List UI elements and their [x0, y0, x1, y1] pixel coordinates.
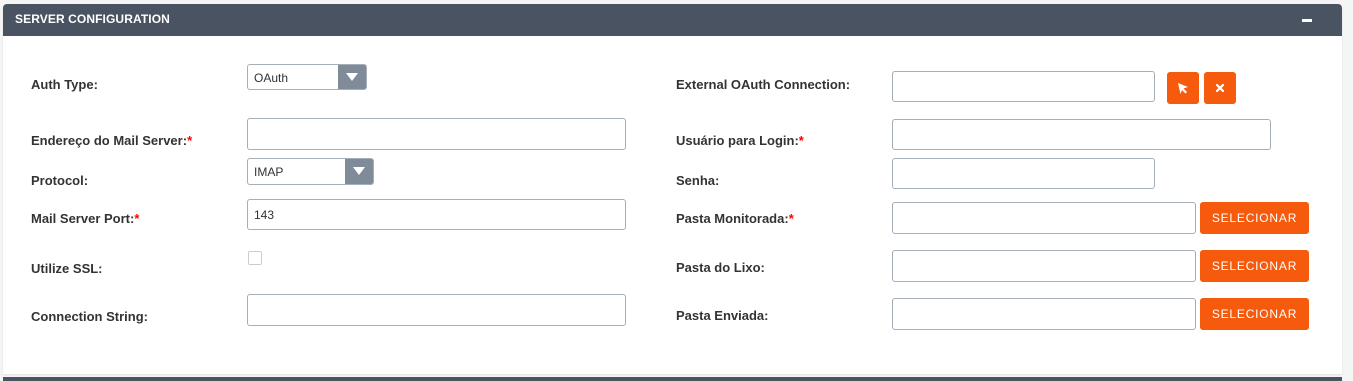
monitored-folder-label: Pasta Monitorada:* — [676, 211, 794, 226]
login-user-input[interactable] — [892, 119, 1271, 150]
panel-title: SERVER CONFIGURATION — [15, 12, 170, 26]
monitored-folder-input[interactable] — [892, 202, 1196, 234]
panel-header[interactable]: SERVER CONFIGURATION — [3, 4, 1342, 36]
use-ssl-label: Utilize SSL: — [31, 261, 103, 276]
cursor-arrow-icon — [1178, 83, 1188, 94]
external-oauth-input[interactable] — [892, 71, 1155, 102]
connection-string-input[interactable] — [247, 294, 626, 326]
clear-oauth-button[interactable] — [1204, 72, 1236, 104]
chevron-down-icon — [338, 65, 366, 89]
minus-icon[interactable] — [1302, 19, 1312, 22]
select-sent-folder-button[interactable]: SELECIONAR — [1200, 298, 1309, 330]
trash-folder-label: Pasta do Lixo: — [676, 260, 765, 275]
mail-server-address-label: Endereço do Mail Server:* — [31, 133, 193, 148]
select-trash-folder-button[interactable]: SELECIONAR — [1200, 250, 1309, 282]
chevron-down-icon — [345, 159, 373, 184]
mail-server-address-input[interactable] — [247, 118, 626, 150]
sent-folder-input[interactable] — [892, 298, 1196, 330]
protocol-label: Protocol: — [31, 173, 89, 188]
protocol-value: IMAP — [254, 165, 284, 179]
select-oauth-button[interactable] — [1167, 72, 1199, 104]
auth-type-value: OAuth — [254, 71, 289, 85]
password-input[interactable] — [892, 158, 1155, 189]
sent-folder-label: Pasta Enviada: — [676, 308, 769, 323]
protocol-select[interactable]: IMAP — [247, 158, 374, 185]
next-panel-header-edge — [3, 377, 1342, 381]
connection-string-label: Connection String: — [31, 309, 148, 324]
login-user-label: Usuário para Login:* — [676, 133, 804, 148]
password-label: Senha: — [676, 173, 720, 188]
trash-folder-input[interactable] — [892, 250, 1196, 282]
external-oauth-label: External OAuth Connection: — [676, 77, 851, 92]
use-ssl-checkbox[interactable] — [248, 251, 262, 265]
auth-type-label: Auth Type: — [31, 77, 98, 92]
mail-server-port-input[interactable] — [247, 199, 626, 230]
close-icon — [1215, 83, 1225, 93]
auth-type-select[interactable]: OAuth — [247, 64, 367, 90]
mail-server-port-label: Mail Server Port:* — [31, 211, 140, 226]
select-monitored-folder-button[interactable]: SELECIONAR — [1200, 202, 1309, 234]
